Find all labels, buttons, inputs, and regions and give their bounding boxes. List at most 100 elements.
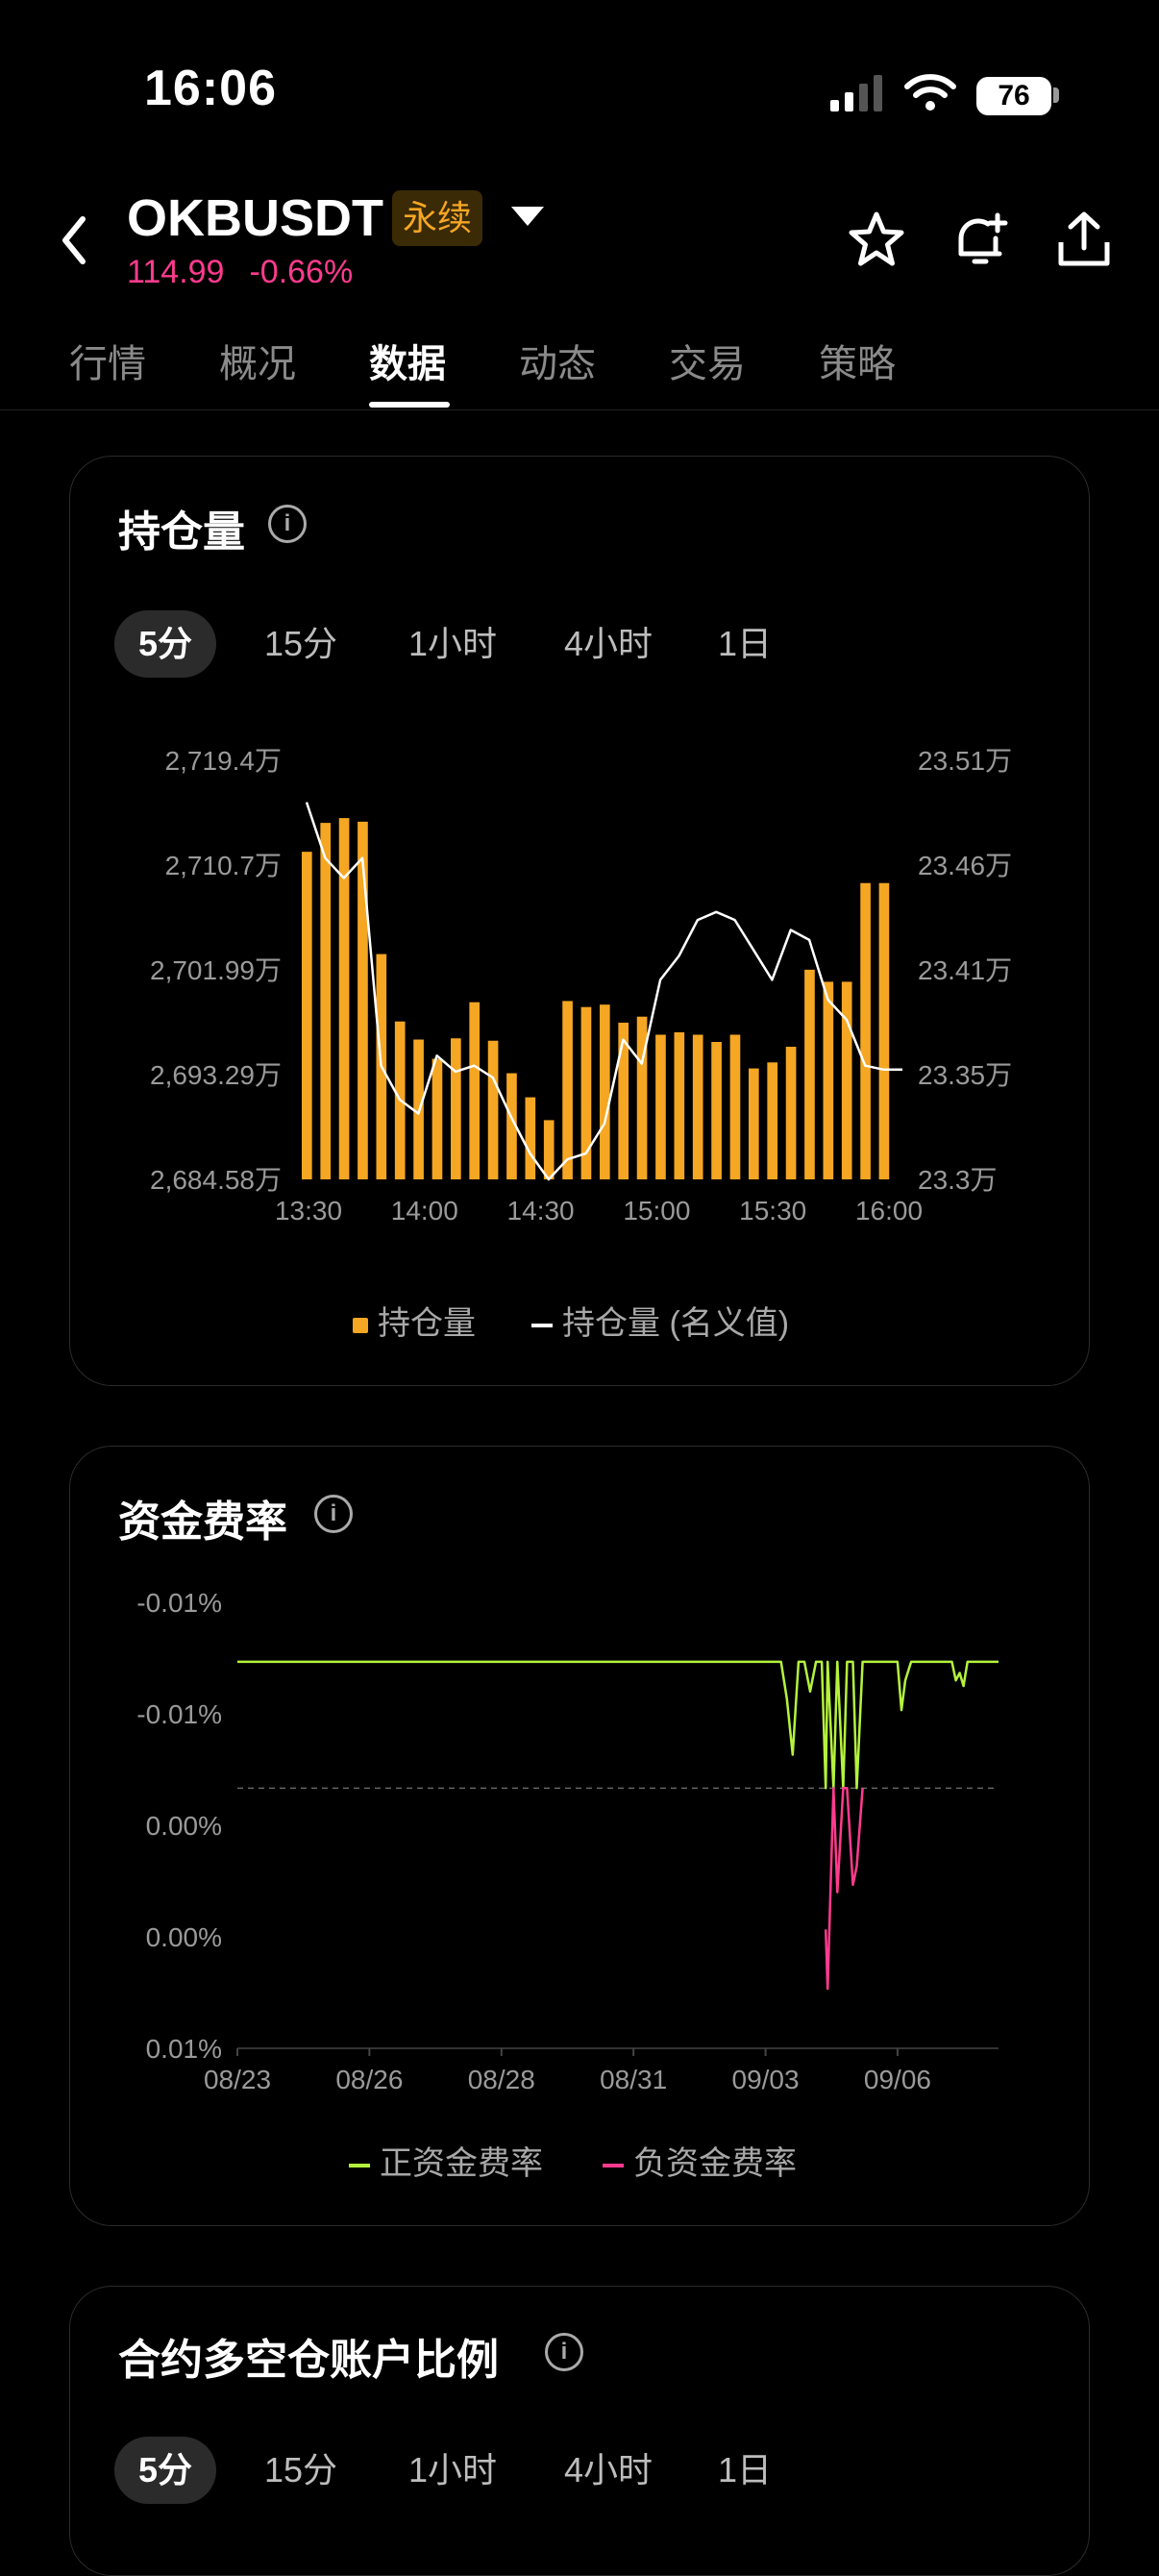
- y-left-tick-label: 2,701.99万: [150, 955, 282, 985]
- funding-rate-chart: -0.01% -0.01% 0.00% 0.00% 0.01%08/23 08/26 08/…: [136, 1588, 999, 2094]
- funding-rate-card: 资金费率 i -0.01% -0.01% 0.00% 0.00% 0.01% 08/23 0…: [69, 1446, 1090, 2226]
- open-interest-card: 持仓量 i 5分 15分 1小时 4小时 1日 2,684.58万 2,693.2…: [69, 456, 1090, 1386]
- add-alert-bell-icon[interactable]: [949, 210, 1011, 271]
- info-icon[interactable]: i: [545, 2333, 583, 2371]
- open-interest-bar: [302, 852, 312, 1179]
- star-icon[interactable]: [846, 210, 907, 271]
- open-interest-bar: [692, 1034, 703, 1179]
- open-interest-bar: [320, 823, 332, 1179]
- x-tick-label: 08/23: [204, 2065, 271, 2094]
- tab-data[interactable]: 数据: [369, 333, 446, 388]
- legend-negative-label: 负资金费率: [633, 2145, 797, 2182]
- y-left-tick-label: 2,710.7万: [165, 851, 282, 880]
- open-interest-bar: [600, 1004, 610, 1179]
- battery-nub: [1053, 87, 1059, 103]
- y-right-tick-label: 23.35万: [918, 1060, 1012, 1090]
- long-short-ratio-title: 合约多空仓账户比例: [118, 2337, 499, 2384]
- interval-1d[interactable]: 1日: [697, 2437, 793, 2504]
- x-tick-label: 15:30: [739, 1196, 806, 1226]
- legend-bar-swatch: [353, 1318, 368, 1334]
- info-icon[interactable]: i: [268, 505, 307, 543]
- open-interest-bar: [860, 882, 871, 1179]
- open-interest-bar: [432, 1058, 443, 1179]
- tab-overview[interactable]: 概况: [219, 333, 296, 388]
- info-icon[interactable]: i: [314, 1495, 353, 1533]
- tab-strategy[interactable]: 策略: [819, 333, 896, 388]
- legend-open-interest: 持仓量: [353, 1297, 476, 1344]
- legend-positive-rate: 正资金费率: [349, 2137, 543, 2184]
- price-line: 114.99 -0.66%: [127, 254, 353, 291]
- x-tick-label: 13:30: [275, 1196, 342, 1226]
- last-price: 114.99: [127, 254, 225, 290]
- legend-line-swatch: [531, 1324, 553, 1328]
- open-interest-bar: [823, 981, 834, 1179]
- legend-positive-swatch: [349, 2164, 370, 2168]
- open-interest-bar: [804, 969, 815, 1179]
- interval-15m[interactable]: 15分: [253, 2437, 349, 2504]
- tab-news[interactable]: 动态: [519, 333, 596, 388]
- tab-market[interactable]: 行情: [69, 333, 146, 388]
- x-tick-label: 16:00: [855, 1196, 923, 1226]
- tab-bar: 行情 概况 数据 动态 交易 策略: [0, 327, 1159, 410]
- open-interest-bar: [785, 1047, 797, 1179]
- interval-1h[interactable]: 1小时: [385, 610, 520, 678]
- back-arrow-icon[interactable]: [58, 213, 92, 267]
- positive-rate-line: [237, 1660, 999, 1790]
- active-tab-indicator: [369, 402, 450, 408]
- interval-5m[interactable]: 5分: [114, 610, 216, 678]
- interval-15m[interactable]: 15分: [253, 610, 349, 678]
- y-right-tick-label: 23.41万: [918, 955, 1012, 985]
- open-interest-bar: [543, 1120, 555, 1179]
- y-left-tick-label: 2,719.4万: [165, 746, 282, 776]
- open-interest-bar: [451, 1038, 461, 1179]
- x-tick-label: 08/28: [468, 2065, 535, 2094]
- interval-4h[interactable]: 4小时: [541, 2437, 676, 2504]
- x-tick-label: 09/06: [864, 2065, 931, 2094]
- open-interest-title: 持仓量: [118, 508, 245, 556]
- x-tick-label: 14:30: [507, 1196, 575, 1226]
- signal-icon: [830, 75, 882, 111]
- legend-positive-label: 正资金费率: [380, 2145, 543, 2182]
- x-tick-label: 08/31: [600, 2065, 667, 2094]
- x-tick-label: 09/03: [732, 2065, 800, 2094]
- open-interest-bar: [767, 1062, 778, 1179]
- open-interest-bar: [841, 981, 852, 1179]
- funding-rate-title: 资金费率: [118, 1499, 287, 1546]
- interval-5m[interactable]: 5分: [114, 2437, 216, 2504]
- chevron-down-icon[interactable]: [511, 207, 544, 226]
- y-left-tick-label: 2,684.58万: [150, 1165, 282, 1195]
- interval-1d[interactable]: 1日: [697, 610, 793, 678]
- x-tick-label: 08/26: [335, 2065, 403, 2094]
- open-interest-bar: [562, 1001, 573, 1179]
- x-tick-label: 14:00: [391, 1196, 458, 1226]
- open-interest-bar: [487, 1040, 499, 1179]
- legend-negative-rate: 负资金费率: [603, 2137, 797, 2184]
- open-interest-bar: [729, 1034, 741, 1179]
- instrument-symbol[interactable]: OKBUSDT: [127, 188, 383, 248]
- battery-indicator: 76: [976, 77, 1051, 115]
- interval-4h[interactable]: 4小时: [541, 610, 676, 678]
- tab-trade[interactable]: 交易: [669, 333, 746, 388]
- wifi-icon: [904, 74, 956, 111]
- legend-negative-swatch: [603, 2164, 624, 2168]
- legend-open-interest-notional: 持仓量 (名义值): [531, 1297, 789, 1344]
- negative-rate-line: [824, 1787, 864, 1991]
- y-left-tick-label: 2,693.29万: [150, 1060, 282, 1090]
- share-icon[interactable]: [1053, 210, 1115, 271]
- x-tick-label: 15:00: [623, 1196, 690, 1226]
- open-interest-bar: [674, 1031, 685, 1179]
- open-interest-bar: [711, 1042, 722, 1179]
- legend-bar-label: 持仓量: [378, 1305, 476, 1342]
- open-interest-bar: [525, 1097, 536, 1179]
- interval-1h[interactable]: 1小时: [385, 2437, 520, 2504]
- y-right-tick-label: 23.3万: [918, 1165, 998, 1195]
- open-interest-bar: [655, 1034, 666, 1179]
- price-change: -0.66%: [249, 254, 354, 290]
- y-right-tick-label: 23.46万: [918, 851, 1012, 880]
- open-interest-bar: [878, 882, 890, 1179]
- open-interest-chart: 2,684.58万 2,693.29万 2,701.99万 2,710.7万 2,719…: [150, 746, 1012, 1226]
- legend-line-label: 持仓量 (名义值): [562, 1305, 790, 1342]
- open-interest-bar: [749, 1068, 759, 1179]
- long-short-ratio-card: 合约多空仓账户比例 i 5分 15分 1小时 4小时 1日: [69, 2286, 1090, 2576]
- y-tick-label: -0.01%: [136, 1699, 222, 1729]
